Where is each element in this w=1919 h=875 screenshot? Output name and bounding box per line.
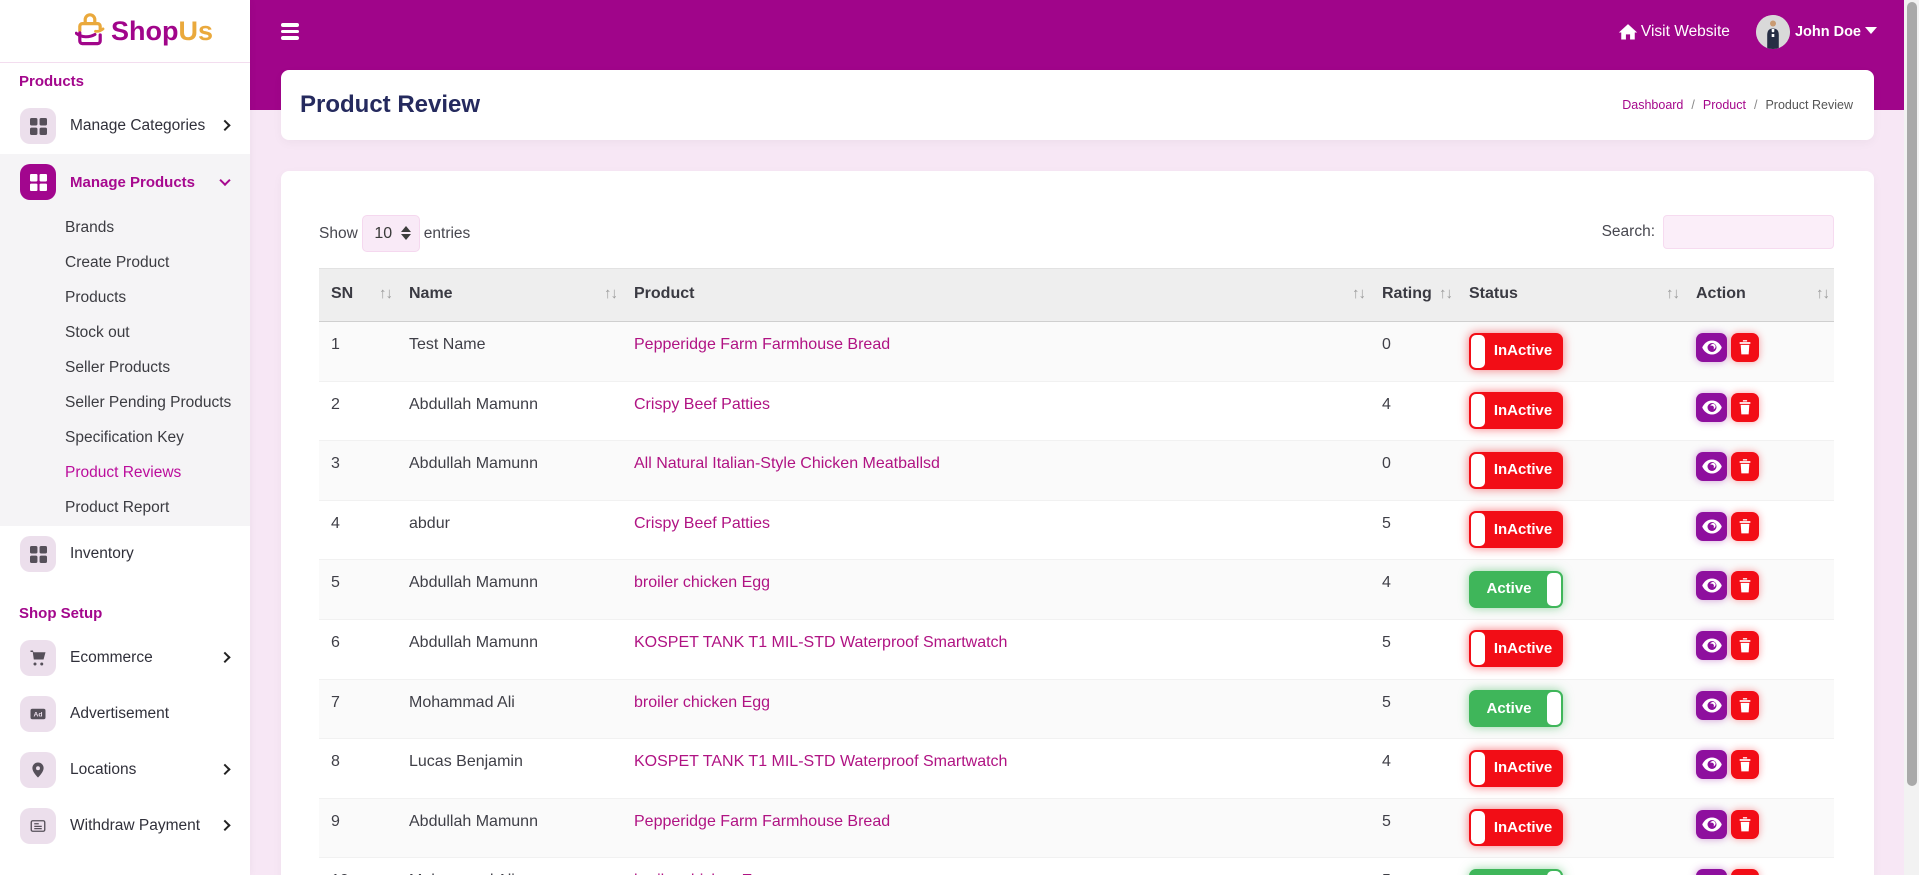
svg-text:Ad: Ad xyxy=(34,712,43,719)
